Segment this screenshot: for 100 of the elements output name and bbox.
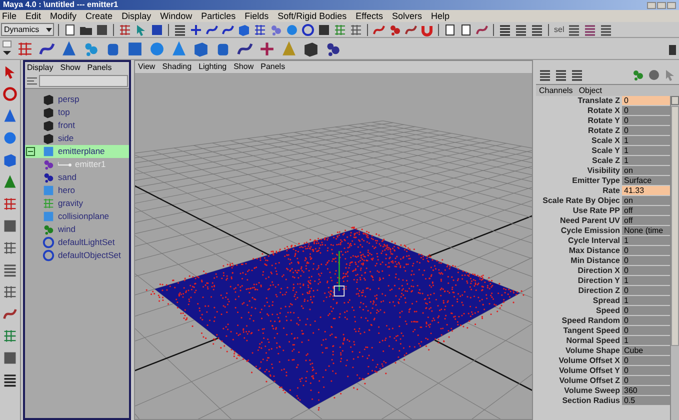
channel-value-field[interactable]: on [622, 196, 670, 206]
menu-item[interactable]: Lighting [198, 61, 227, 73]
channel-value-field[interactable]: 0 [622, 116, 670, 126]
menu-item[interactable]: Modify [50, 10, 77, 22]
channel-value-field[interactable]: 0 [622, 106, 670, 116]
menu-item[interactable]: Display [27, 62, 54, 74]
move-manipulator-icon[interactable] [334, 251, 345, 297]
filter-icon[interactable] [26, 75, 38, 87]
sphere-icon[interactable] [285, 22, 299, 36]
particles-icon[interactable] [42, 171, 55, 184]
channel-value-field[interactable]: Surface [622, 176, 670, 186]
menu-item[interactable]: Solvers [392, 10, 422, 22]
outliner-item[interactable]: collisionplane [25, 210, 129, 223]
manipulator-icon[interactable] [2, 174, 18, 190]
select-component-icon[interactable] [150, 22, 164, 36]
menu-item[interactable]: Show [60, 62, 80, 74]
filter-field[interactable] [39, 75, 128, 87]
menu-item[interactable]: Create [86, 10, 113, 22]
menu-item[interactable]: File [2, 10, 17, 22]
menu-item[interactable]: Display [122, 10, 152, 22]
menu-item[interactable]: Soft/Rigid Bodies [278, 10, 347, 22]
connect-icon[interactable] [631, 68, 645, 82]
channel-value-field[interactable]: 360 [622, 386, 670, 396]
menu-item[interactable]: Particles [201, 10, 236, 22]
outliner-item[interactable]: hero [25, 184, 129, 197]
shading-ball-icon[interactable] [647, 68, 661, 82]
menu-item[interactable]: Object [578, 84, 602, 96]
menu-item[interactable]: Channels [539, 84, 573, 96]
emitter-icon[interactable] [42, 158, 55, 171]
outliner-item[interactable]: front [25, 119, 129, 132]
grid-select-icon[interactable] [349, 22, 363, 36]
menu-item[interactable]: Panels [87, 62, 112, 74]
trash-icon[interactable] [668, 42, 677, 54]
channel-value-field[interactable]: off [622, 216, 670, 226]
plus-icon[interactable] [189, 22, 203, 36]
wave-icon[interactable] [372, 22, 386, 36]
menu-item[interactable]: Shading [162, 61, 192, 73]
channel-value-field[interactable]: 0.5 [622, 396, 670, 406]
lines-icon[interactable] [173, 22, 187, 36]
outliner-item[interactable]: top [25, 106, 129, 119]
channel-value-field[interactable]: 1 [622, 146, 670, 156]
channel-value-field[interactable]: 0 [622, 366, 670, 376]
menu-item[interactable]: View [138, 61, 156, 73]
channel-value-field[interactable]: 0 [622, 246, 670, 256]
channel-value-field[interactable]: off [622, 206, 670, 216]
channel-value-field[interactable]: 1 [622, 296, 670, 306]
outliner-item[interactable]: defaultObjectSet [25, 249, 129, 262]
new-scene-icon[interactable] [63, 22, 77, 36]
channel-value-field[interactable]: 0 [622, 326, 670, 336]
field-icon[interactable] [42, 197, 55, 210]
channel-value-field[interactable]: 1 [622, 156, 670, 166]
menu-item[interactable]: Show [234, 61, 254, 73]
channel-value-field[interactable]: 0 [622, 286, 670, 296]
outliner-item[interactable]: gravity [25, 197, 129, 210]
list-wide-icon[interactable] [599, 22, 614, 36]
outliner-item[interactable]: persp [25, 93, 129, 106]
cube-icon[interactable] [192, 40, 210, 58]
channel-value-field[interactable]: 0 [622, 256, 670, 266]
sphere-icon[interactable] [148, 40, 166, 58]
channel-value-field[interactable]: 1 [622, 236, 670, 246]
particle-grid-icon[interactable] [16, 40, 34, 58]
menu-item[interactable]: Panels [260, 61, 286, 73]
shelf-menu-icon[interactable] [2, 40, 12, 58]
menu-item[interactable]: Help [431, 10, 450, 22]
channel-value-field[interactable]: Cube [622, 346, 670, 356]
channel-list-alt-icon[interactable] [554, 68, 568, 82]
channel-value-field[interactable]: None (time [622, 226, 670, 236]
curve-icon[interactable] [221, 22, 235, 36]
channel-value-field[interactable]: 0 [622, 356, 670, 366]
grid-snap-icon[interactable] [253, 22, 267, 36]
menu-item[interactable]: Effects [356, 10, 384, 22]
channel-value-field[interactable]: 1 [622, 336, 670, 346]
channel-value-field[interactable]: 0 [622, 306, 670, 316]
outliner-item[interactable]: side [25, 132, 129, 145]
channel-value-field[interactable]: 1 [622, 136, 670, 146]
channel-value-field[interactable]: 0 [622, 126, 670, 136]
emitter-cone-icon[interactable] [60, 40, 78, 58]
list-dots-icon[interactable] [583, 22, 598, 36]
curve-snap-icon[interactable] [205, 22, 219, 36]
channel-value-field[interactable]: 41.33 [622, 186, 670, 196]
collapse-icon[interactable] [26, 147, 35, 156]
channel-value-field[interactable]: 0 [622, 376, 670, 386]
menu-item[interactable]: Fields [244, 10, 269, 22]
outliner-item[interactable]: sand [25, 171, 129, 184]
selection-label[interactable]: sel [553, 24, 566, 36]
channel-value-field[interactable]: 0 [622, 316, 670, 326]
outliner-item[interactable]: wind [25, 223, 129, 236]
outliner-item[interactable]: defaultLightSet [25, 236, 129, 249]
channel-list-icon[interactable] [538, 68, 552, 82]
channel-value-field[interactable]: on [622, 166, 670, 176]
dots-icon[interactable] [388, 22, 402, 36]
menu-set-dropdown[interactable]: Dynamics [1, 23, 54, 36]
channel-value-field[interactable]: 1 [622, 276, 670, 286]
menu-item[interactable]: Window [160, 10, 192, 22]
outliner-item[interactable]: emitterplane [25, 145, 129, 158]
menu-item[interactable]: Edit [26, 10, 42, 22]
scrollbar[interactable] [670, 96, 679, 420]
channel-value-field[interactable]: 0 [622, 266, 670, 276]
channel-value-field[interactable]: 0 [622, 96, 670, 106]
list-icon[interactable] [567, 22, 582, 36]
